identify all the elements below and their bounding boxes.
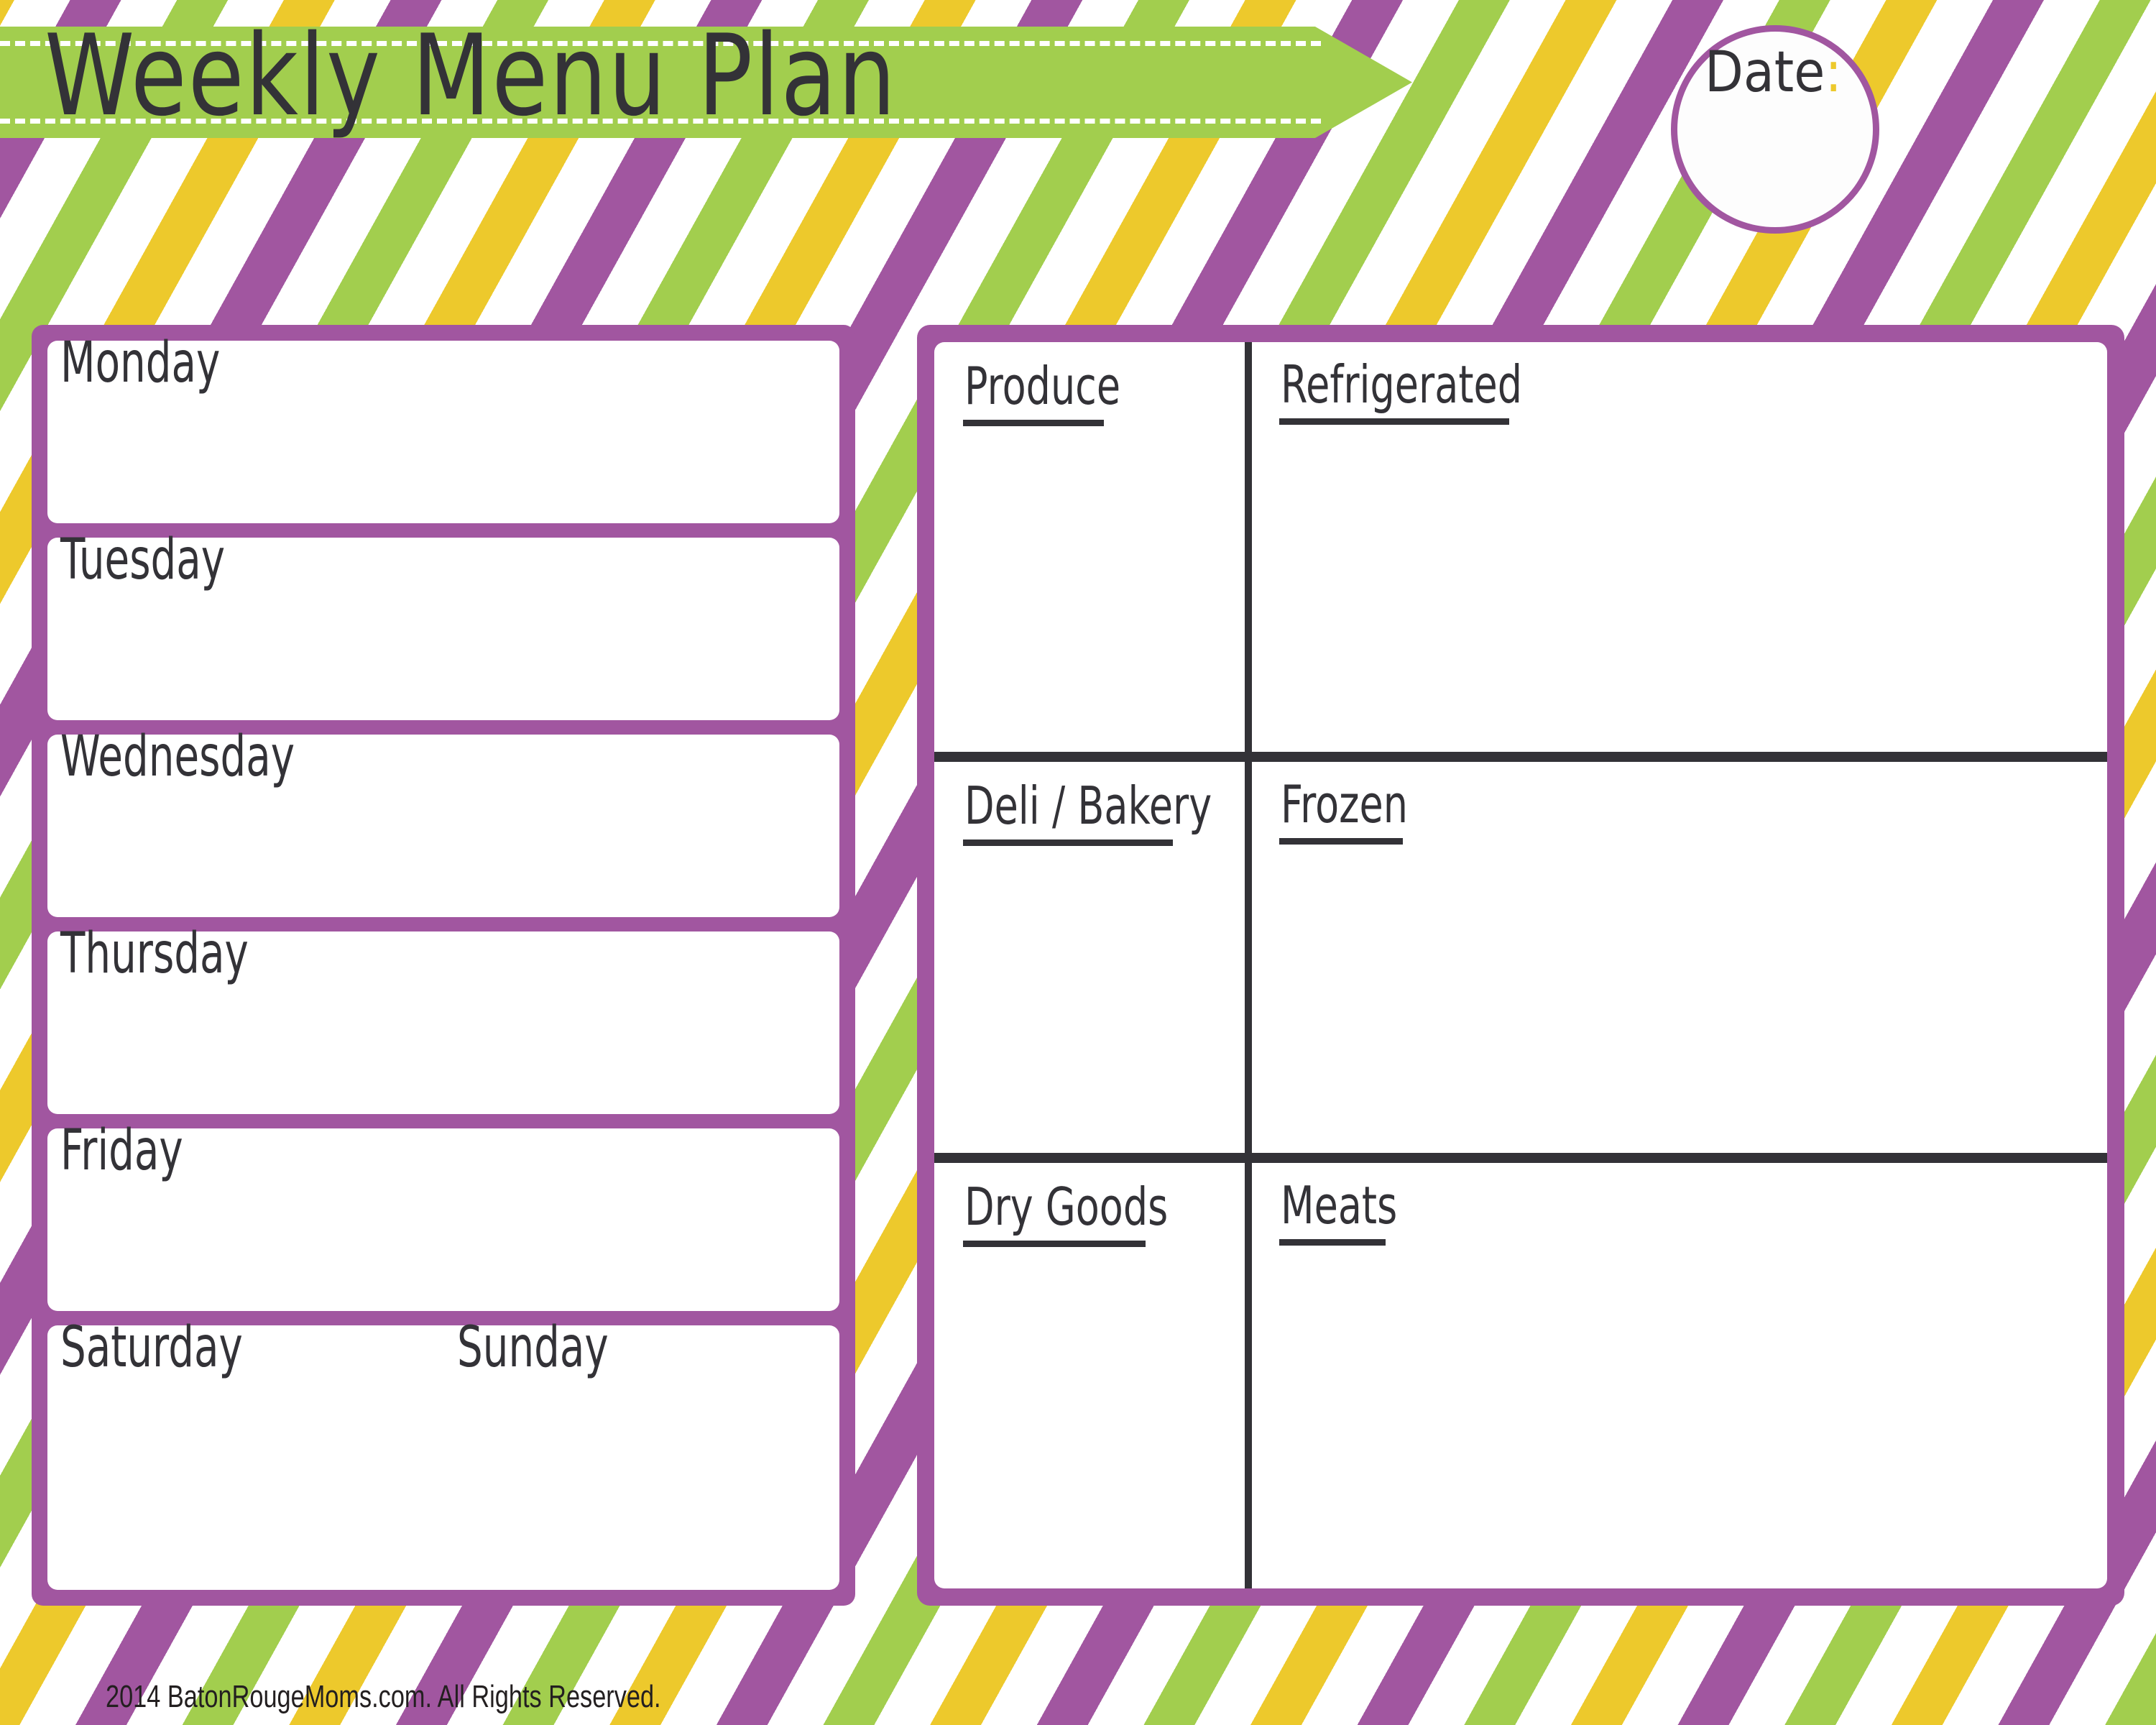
grocery-cell-deli-bakery[interactable]: Deli / Bakery — [934, 762, 1245, 1153]
date-label: Date: — [1705, 39, 1842, 105]
day-label-sunday: Sunday — [457, 1315, 609, 1381]
day-label-friday: Friday — [60, 1118, 183, 1184]
weekly-days-panel: Monday Tuesday Wednesday Thursday Friday… — [32, 325, 855, 1606]
grocery-label-deli-bakery: Deli / Bakery — [964, 776, 1212, 837]
title-banner: Weekly Menu Plan — [0, 11, 1412, 142]
day-label-wednesday: Wednesday — [60, 724, 295, 790]
grocery-cell-dry-goods[interactable]: Dry Goods — [934, 1163, 1245, 1588]
grocery-underline-meats — [1279, 1239, 1386, 1246]
grocery-label-dry-goods: Dry Goods — [964, 1177, 1169, 1238]
day-box-tuesday[interactable]: Tuesday — [47, 528, 839, 720]
date-circle[interactable]: Date: — [1671, 25, 1879, 234]
day-label-tuesday: Tuesday — [60, 528, 226, 593]
grocery-label-produce: Produce — [964, 356, 1121, 417]
grocery-grid: Produce Refrigerated Deli / Bakery Froze… — [934, 342, 2107, 1588]
grocery-list-panel: Produce Refrigerated Deli / Bakery Froze… — [917, 325, 2124, 1606]
day-box-friday[interactable]: Friday — [47, 1118, 839, 1311]
grocery-label-meats: Meats — [1281, 1176, 1398, 1236]
day-box-weekend[interactable]: Saturday Sunday — [47, 1315, 839, 1590]
grocery-underline-produce — [963, 420, 1104, 426]
grocery-cell-produce[interactable]: Produce — [934, 342, 1245, 752]
day-box-wednesday[interactable]: Wednesday — [47, 724, 839, 917]
grocery-cell-meats[interactable]: Meats — [1252, 1163, 2107, 1588]
grocery-label-frozen: Frozen — [1281, 775, 1408, 835]
day-label-monday: Monday — [60, 331, 221, 396]
day-box-monday[interactable]: Monday — [47, 331, 839, 523]
grocery-label-refrigerated: Refrigerated — [1281, 355, 1523, 415]
grocery-grid-vertical-divider — [1245, 342, 1252, 1588]
grocery-underline-dry-goods — [963, 1241, 1146, 1247]
page-title: Weekly Menu Plan — [45, 11, 898, 142]
day-box-thursday[interactable]: Thursday — [47, 921, 839, 1114]
grocery-underline-deli-bakery — [963, 840, 1173, 846]
date-label-text: Date — [1705, 39, 1825, 105]
grocery-cell-frozen[interactable]: Frozen — [1252, 762, 2107, 1153]
grocery-underline-refrigerated — [1279, 418, 1509, 425]
grocery-grid-horizontal-divider-1 — [934, 752, 2107, 762]
day-label-saturday: Saturday — [60, 1315, 243, 1381]
day-label-thursday: Thursday — [60, 921, 249, 987]
date-colon: : — [1825, 39, 1842, 105]
grocery-grid-horizontal-divider-2 — [934, 1153, 2107, 1163]
grocery-underline-frozen — [1279, 838, 1403, 845]
copyright-notice: 2014 BatonRougeMoms.com. All Rights Rese… — [106, 1679, 661, 1714]
grocery-cell-refrigerated[interactable]: Refrigerated — [1252, 342, 2107, 752]
